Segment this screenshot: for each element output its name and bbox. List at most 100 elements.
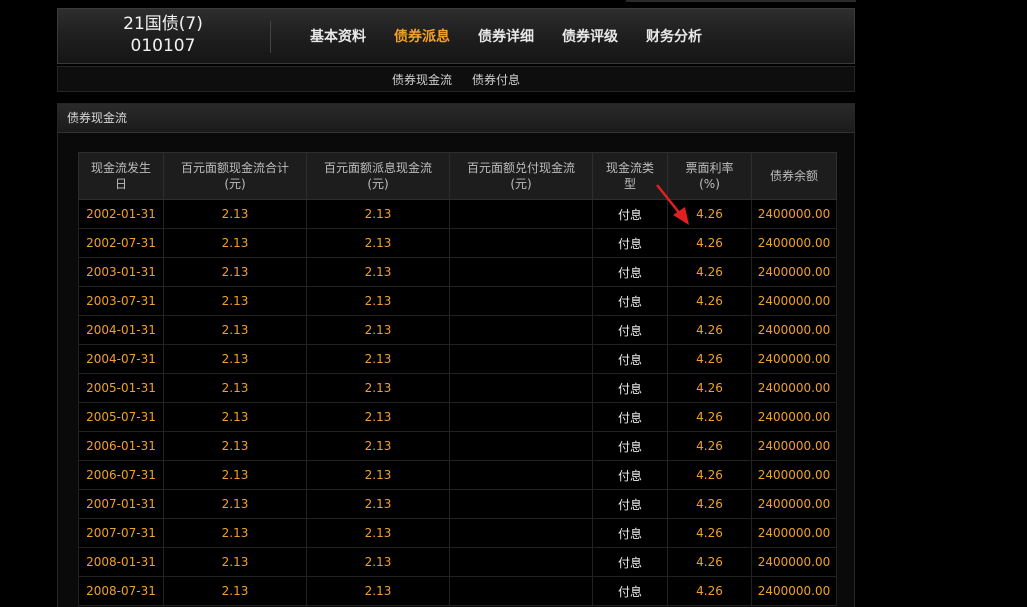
interest-cashflow-cell: 2.13	[306, 460, 450, 490]
redemption-cashflow-cell	[449, 257, 593, 287]
bond-title: 21国债(7) 010107	[58, 13, 268, 57]
top-divider	[626, 0, 856, 2]
cashflow-date-cell: 2005-07-31	[78, 402, 164, 432]
coupon-rate-cell: 4.26	[667, 547, 752, 577]
total-cashflow-cell: 2.13	[163, 228, 307, 258]
column-header-line: 现金流类	[605, 161, 654, 175]
bond-balance-cell: 2400000.00	[751, 315, 837, 345]
bond-name: 21国债(7)	[123, 14, 203, 34]
table-row: 2005-01-31 2.13 2.13 付息 4.26 2400000.00	[78, 373, 837, 403]
interest-cashflow-cell: 2.13	[306, 228, 450, 258]
column-header: 债券余额	[751, 152, 837, 200]
subnav-cashflow[interactable]: 债券现金流	[392, 71, 452, 88]
cashflow-type-cell: 付息	[592, 344, 668, 374]
bond-balance-cell: 2400000.00	[751, 344, 837, 374]
total-cashflow-cell: 2.13	[163, 344, 307, 374]
column-header-line: 百元面额派息现金流	[323, 161, 432, 175]
interest-cashflow-cell: 2.13	[306, 199, 450, 229]
cashflow-type-cell: 付息	[592, 286, 668, 316]
nav-financial-analysis[interactable]: 财务分析	[646, 26, 702, 46]
coupon-rate-cell: 4.26	[667, 286, 752, 316]
total-cashflow-cell: 2.13	[163, 257, 307, 287]
bond-balance-cell: 2400000.00	[751, 576, 837, 606]
cashflow-date-cell: 2004-01-31	[78, 315, 164, 345]
cashflow-date-cell: 2002-01-31	[78, 199, 164, 229]
table-row: 2006-01-31 2.13 2.13 付息 4.26 2400000.00	[78, 431, 837, 461]
coupon-rate-cell: 4.26	[667, 576, 752, 606]
redemption-cashflow-cell	[449, 576, 593, 606]
cashflow-date-cell: 2002-07-31	[78, 228, 164, 258]
table-row: 2008-07-31 2.13 2.13 付息 4.26 2400000.00	[78, 576, 837, 606]
sub-nav: 债券现金流 债券付息	[57, 66, 855, 92]
redemption-cashflow-cell	[449, 315, 593, 345]
column-header-line: 票面利率	[685, 161, 734, 175]
column-header: 百元面额派息现金流 (元)	[306, 152, 450, 200]
redemption-cashflow-cell	[449, 286, 593, 316]
nav-basic-info[interactable]: 基本资料	[310, 26, 366, 46]
cashflow-date-cell: 2007-07-31	[78, 518, 164, 548]
redemption-cashflow-cell	[449, 518, 593, 548]
redemption-cashflow-cell	[449, 547, 593, 577]
total-cashflow-cell: 2.13	[163, 431, 307, 461]
cashflow-panel: 债券现金流 现金流发生日百元面额现金流合计 (元) 百元面额派息现金流 (元) 百元面额…	[57, 103, 855, 607]
interest-cashflow-cell: 2.13	[306, 402, 450, 432]
cashflow-type-cell: 付息	[592, 257, 668, 287]
redemption-cashflow-cell	[449, 431, 593, 461]
cashflow-date-cell: 2006-01-31	[78, 431, 164, 461]
redemption-cashflow-cell	[449, 228, 593, 258]
interest-cashflow-cell: 2.13	[306, 431, 450, 461]
cashflow-type-cell: 付息	[592, 460, 668, 490]
total-cashflow-cell: 2.13	[163, 286, 307, 316]
coupon-rate-cell: 4.26	[667, 460, 752, 490]
cashflow-type-cell: 付息	[592, 373, 668, 403]
cashflow-date-cell: 2007-01-31	[78, 489, 164, 519]
total-cashflow-cell: 2.13	[163, 576, 307, 606]
table-row: 2004-07-31 2.13 2.13 付息 4.26 2400000.00	[78, 344, 837, 374]
table-row: 2005-07-31 2.13 2.13 付息 4.26 2400000.00	[78, 402, 837, 432]
cashflow-date-cell: 2005-01-31	[78, 373, 164, 403]
coupon-rate-cell: 4.26	[667, 373, 752, 403]
header-divider	[270, 21, 271, 53]
column-header-line: (元)	[367, 177, 389, 191]
table-row: 2007-07-31 2.13 2.13 付息 4.26 2400000.00	[78, 518, 837, 548]
nav-bond-detail[interactable]: 债券详细	[478, 26, 534, 46]
coupon-rate-cell: 4.26	[667, 228, 752, 258]
cashflow-type-cell: 付息	[592, 228, 668, 258]
column-header: 现金流类型	[592, 152, 668, 200]
column-header-line: (%)	[699, 177, 720, 191]
cashflow-date-cell: 2003-01-31	[78, 257, 164, 287]
cashflow-type-cell: 付息	[592, 576, 668, 606]
bond-balance-cell: 2400000.00	[751, 286, 837, 316]
coupon-rate-cell: 4.26	[667, 315, 752, 345]
bond-balance-cell: 2400000.00	[751, 373, 837, 403]
table-row: 2003-01-31 2.13 2.13 付息 4.26 2400000.00	[78, 257, 837, 287]
column-header-line: (元)	[224, 177, 246, 191]
cashflow-table: 现金流发生日 百元面额现金流合计 (元) 百元面额派息现金流 (元) 百元面额兑付现金流 (…	[78, 152, 837, 606]
bond-header: 21国债(7) 010107 基本资料 债券派息 债券详细 债券评级 财务分析	[57, 8, 855, 64]
total-cashflow-cell: 2.13	[163, 547, 307, 577]
nav-bond-dividend[interactable]: 债券派息	[394, 26, 450, 46]
column-header: 百元面额现金流合计 (元)	[163, 152, 307, 200]
interest-cashflow-cell: 2.13	[306, 257, 450, 287]
interest-cashflow-cell: 2.13	[306, 489, 450, 519]
bond-balance-cell: 2400000.00	[751, 257, 837, 287]
interest-cashflow-cell: 2.13	[306, 576, 450, 606]
cashflow-type-cell: 付息	[592, 518, 668, 548]
column-header-line: 债券余额	[769, 169, 818, 183]
bond-balance-cell: 2400000.00	[751, 547, 837, 577]
redemption-cashflow-cell	[449, 402, 593, 432]
table-header-row: 现金流发生日 百元面额现金流合计 (元) 百元面额派息现金流 (元) 百元面额兑付现金流 (…	[78, 152, 837, 200]
cashflow-date-cell: 2008-07-31	[78, 576, 164, 606]
coupon-rate-cell: 4.26	[667, 489, 752, 519]
cashflow-type-cell: 付息	[592, 402, 668, 432]
table-row: 2004-01-31 2.13 2.13 付息 4.26 2400000.00	[78, 315, 837, 345]
interest-cashflow-cell: 2.13	[306, 518, 450, 548]
column-header: 百元面额兑付现金流 (元)	[449, 152, 593, 200]
coupon-rate-cell: 4.26	[667, 402, 752, 432]
nav-bond-rating[interactable]: 债券评级	[562, 26, 618, 46]
table-row: 2006-07-31 2.13 2.13 付息 4.26 2400000.00	[78, 460, 837, 490]
column-header-line: (元)	[510, 177, 532, 191]
subnav-interest-payment[interactable]: 债券付息	[472, 71, 520, 88]
coupon-rate-cell: 4.26	[667, 431, 752, 461]
redemption-cashflow-cell	[449, 373, 593, 403]
